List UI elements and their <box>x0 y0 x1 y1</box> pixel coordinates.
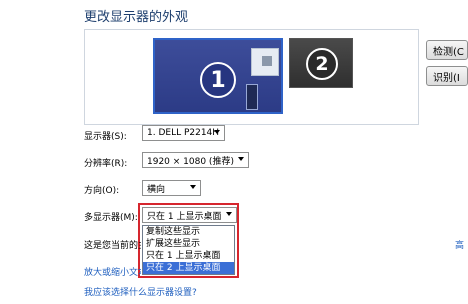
chevron-down-icon <box>214 130 220 134</box>
orientation-label: 方向(O): <box>84 186 120 196</box>
text-size-link[interactable]: 放大或缩小文本 <box>84 265 141 278</box>
current-display-note: 这是您当前的主 <box>84 241 141 251</box>
identify-button[interactable]: 识别(I <box>426 66 468 86</box>
display-select[interactable]: 1. DELL P2214H <box>142 125 225 141</box>
window-thumbnail-icon <box>251 48 279 76</box>
monitor-1[interactable]: 1 <box>153 38 283 114</box>
monitor-1-number: 1 <box>200 62 236 98</box>
display-select-value: 1. DELL P2214H <box>147 128 220 138</box>
chevron-down-icon <box>190 185 196 189</box>
resolution-label: 分辨率(R): <box>84 159 128 169</box>
monitor-2[interactable]: 2 <box>289 38 353 88</box>
chevron-down-icon <box>238 157 244 161</box>
advanced-settings-link[interactable]: 高 <box>455 238 464 251</box>
which-settings-link[interactable]: 我应该选择什么显示器设置? <box>84 285 197 298</box>
display-label: 显示器(S): <box>84 132 127 142</box>
orientation-select[interactable]: 横向 <box>142 180 201 196</box>
multiple-displays-label: 多显示器(M): <box>84 213 138 223</box>
monitor-preview-area: 1 2 <box>84 29 419 125</box>
monitor-2-number: 2 <box>306 48 338 80</box>
resolution-select[interactable]: 1920 × 1080 (推荐) <box>142 152 249 168</box>
annotation-highlight-box <box>138 203 239 278</box>
page-title: 更改显示器的外观 <box>84 10 189 25</box>
orientation-select-value: 横向 <box>147 184 166 195</box>
detect-button[interactable]: 检测(C <box>426 40 468 60</box>
pc-tower-icon <box>246 84 258 110</box>
resolution-select-value: 1920 × 1080 (推荐) <box>147 156 234 167</box>
